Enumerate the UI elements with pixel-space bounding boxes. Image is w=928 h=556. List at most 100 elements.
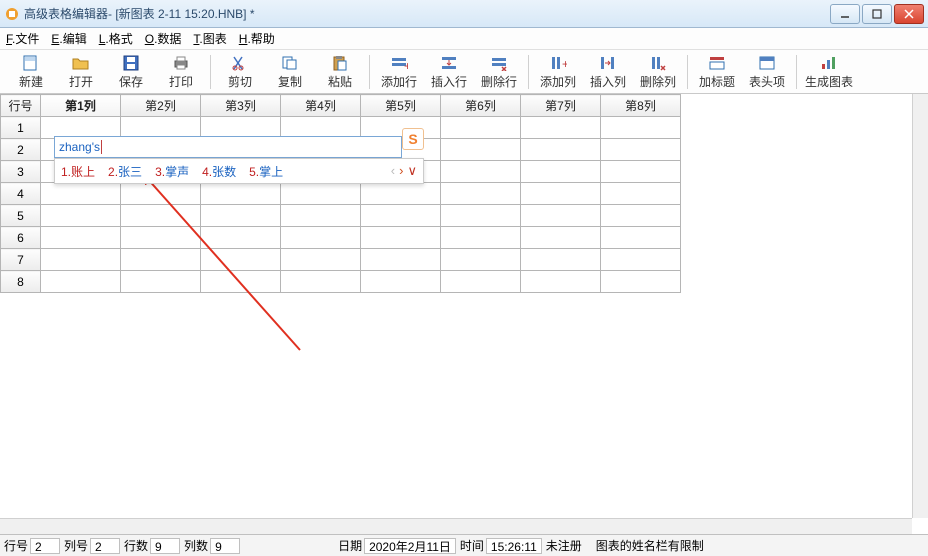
row-number[interactable]: 8: [1, 271, 41, 293]
ime-candidate[interactable]: 3.掌声: [155, 163, 189, 180]
grid-cell[interactable]: [521, 183, 601, 205]
grid-cell[interactable]: [521, 227, 601, 249]
addrow-button[interactable]: +添加行: [374, 52, 424, 92]
insrow-button[interactable]: 插入行: [424, 52, 474, 92]
row-number[interactable]: 2: [1, 139, 41, 161]
grid-cell[interactable]: [521, 249, 601, 271]
grid-cell[interactable]: [281, 271, 361, 293]
menu-chart[interactable]: T.图表: [193, 30, 226, 47]
col-header[interactable]: 第6列: [441, 95, 521, 117]
grid-cell[interactable]: [121, 249, 201, 271]
grid-cell[interactable]: [281, 227, 361, 249]
grid-cell[interactable]: [601, 249, 681, 271]
inscol-button[interactable]: 插入列: [583, 52, 633, 92]
save-button[interactable]: 保存: [106, 52, 156, 92]
row-number[interactable]: 5: [1, 205, 41, 227]
grid-cell[interactable]: [121, 227, 201, 249]
row-number[interactable]: 6: [1, 227, 41, 249]
copy-button[interactable]: 复制: [265, 52, 315, 92]
addtitle-button[interactable]: 加标题: [692, 52, 742, 92]
grid-cell[interactable]: [521, 271, 601, 293]
grid-cell[interactable]: [281, 183, 361, 205]
col-header[interactable]: 第2列: [121, 95, 201, 117]
grid-cell[interactable]: [601, 183, 681, 205]
delcol-button[interactable]: 删除列: [633, 52, 683, 92]
genchart-button[interactable]: 生成图表: [801, 52, 857, 92]
grid-cell[interactable]: [441, 249, 521, 271]
grid-cell[interactable]: [361, 271, 441, 293]
ime-composition-box[interactable]: zhang's: [54, 136, 402, 158]
col-header[interactable]: 第7列: [521, 95, 601, 117]
cut-button[interactable]: 剪切: [215, 52, 265, 92]
menu-edit[interactable]: E.编辑: [51, 30, 86, 47]
grid-cell[interactable]: [601, 139, 681, 161]
row-number[interactable]: 1: [1, 117, 41, 139]
grid-cell[interactable]: [41, 183, 121, 205]
grid-cell[interactable]: [201, 271, 281, 293]
grid-cell[interactable]: [521, 139, 601, 161]
grid-cell[interactable]: [601, 205, 681, 227]
ime-candidate[interactable]: 2.张三: [108, 163, 142, 180]
ime-candidate-bar[interactable]: 1.账上 2.张三 3.掌声 4.张数 5.掌上 ‹ › ∨: [54, 158, 424, 184]
delrow-button[interactable]: 删除行: [474, 52, 524, 92]
grid-cell[interactable]: [441, 161, 521, 183]
menu-format[interactable]: L.格式: [99, 30, 133, 47]
grid-cell[interactable]: [201, 183, 281, 205]
grid-cell[interactable]: [361, 249, 441, 271]
col-header[interactable]: 第3列: [201, 95, 281, 117]
grid-cell[interactable]: [441, 227, 521, 249]
data-grid[interactable]: 行号 第1列 第2列 第3列 第4列 第5列 第6列 第7列 第8列 12345…: [0, 94, 681, 293]
col-header[interactable]: 第8列: [601, 95, 681, 117]
grid-cell[interactable]: [361, 183, 441, 205]
ime-prev-icon[interactable]: ‹: [391, 163, 395, 179]
menu-help[interactable]: H.帮助: [239, 30, 275, 47]
grid-cell[interactable]: [601, 117, 681, 139]
col-header[interactable]: 第4列: [281, 95, 361, 117]
maximize-button[interactable]: [862, 4, 892, 24]
vertical-scrollbar[interactable]: [912, 94, 928, 518]
new-button[interactable]: 新建: [6, 52, 56, 92]
grid-cell[interactable]: [521, 161, 601, 183]
close-button[interactable]: [894, 4, 924, 24]
grid-cell[interactable]: [361, 205, 441, 227]
addcol-button[interactable]: +添加列: [533, 52, 583, 92]
menu-file[interactable]: F.文件: [6, 30, 39, 47]
ime-candidate[interactable]: 1.账上: [61, 163, 95, 180]
horizontal-scrollbar[interactable]: [0, 518, 912, 534]
grid-cell[interactable]: [601, 271, 681, 293]
ime-expand-icon[interactable]: ∨: [407, 163, 417, 179]
row-number[interactable]: 4: [1, 183, 41, 205]
grid-cell[interactable]: [441, 139, 521, 161]
grid-cell[interactable]: [121, 205, 201, 227]
grid-cell[interactable]: [201, 205, 281, 227]
grid-cell[interactable]: [441, 205, 521, 227]
grid-cell[interactable]: [441, 117, 521, 139]
minimize-button[interactable]: [830, 4, 860, 24]
grid-cell[interactable]: [281, 249, 361, 271]
grid-cell[interactable]: [441, 271, 521, 293]
grid-cell[interactable]: [201, 227, 281, 249]
grid-cell[interactable]: [121, 271, 201, 293]
ime-candidate[interactable]: 4.张数: [202, 163, 236, 180]
grid-cell[interactable]: [521, 205, 601, 227]
grid-cell[interactable]: [41, 205, 121, 227]
row-number[interactable]: 3: [1, 161, 41, 183]
grid-cell[interactable]: [121, 183, 201, 205]
header-button[interactable]: 表头项: [742, 52, 792, 92]
paste-button[interactable]: 粘贴: [315, 52, 365, 92]
grid-cell[interactable]: [441, 183, 521, 205]
grid-cell[interactable]: [41, 227, 121, 249]
row-header-label[interactable]: 行号: [1, 95, 41, 117]
grid-cell[interactable]: [201, 249, 281, 271]
grid-cell[interactable]: [601, 227, 681, 249]
grid-cell[interactable]: [361, 227, 441, 249]
open-button[interactable]: 打开: [56, 52, 106, 92]
row-number[interactable]: 7: [1, 249, 41, 271]
ime-candidate[interactable]: 5.掌上: [249, 163, 283, 180]
menu-data[interactable]: O.数据: [145, 30, 182, 47]
col-header[interactable]: 第1列: [41, 95, 121, 117]
grid-cell[interactable]: [41, 249, 121, 271]
grid-cell[interactable]: [281, 205, 361, 227]
col-header[interactable]: 第5列: [361, 95, 441, 117]
print-button[interactable]: 打印: [156, 52, 206, 92]
